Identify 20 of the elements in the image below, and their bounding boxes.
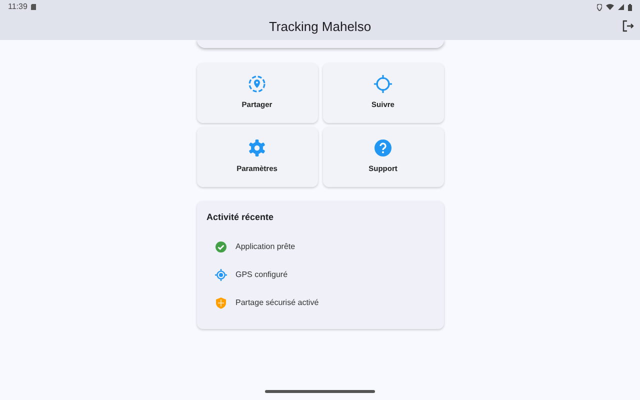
gps-icon (214, 268, 226, 280)
location-icon (597, 4, 602, 10)
battery-icon (628, 4, 632, 10)
sd-card-icon (31, 4, 36, 10)
logout-icon (622, 20, 634, 32)
app-title: Tracking Mahelso (268, 18, 372, 36)
share-location-icon (248, 75, 266, 94)
signal-icon (618, 4, 624, 10)
section-title: Activité récente (206, 211, 275, 224)
logout-button[interactable] (622, 20, 634, 32)
settings-icon (248, 139, 266, 158)
activity-text: Application prête (236, 240, 296, 252)
activity-text: GPS configuré (236, 268, 288, 280)
status-time: 11:39 (8, 1, 28, 13)
activity-text: Partage sécurisé activé (236, 296, 319, 308)
help-icon (374, 139, 392, 158)
shield-icon (214, 296, 226, 308)
wifi-icon (606, 4, 614, 10)
check-circle-icon (214, 240, 226, 252)
crosshair-icon (374, 75, 392, 94)
